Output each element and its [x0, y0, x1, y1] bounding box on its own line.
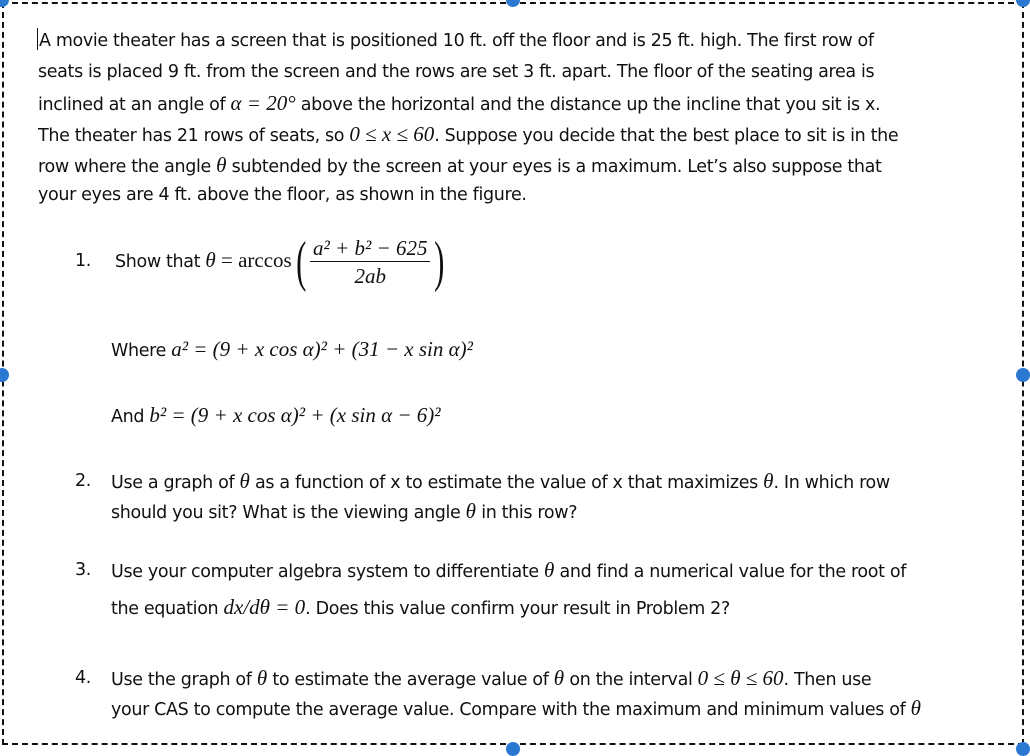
problem-2-line-2[interactable]: should you sit? What is the viewing angl…: [111, 496, 577, 529]
where-a-squared-line[interactable]: Where a² = (9 + x cos α)² + (31 − x sin …: [111, 334, 473, 367]
problem-text: Use a graph of: [111, 473, 240, 493]
right-paren: ): [434, 231, 445, 293]
problem-text: your CAS to compute the average value. C…: [111, 700, 911, 720]
intro-line-4[interactable]: The theater has 21 rows of seats, so 0 ≤…: [38, 119, 899, 152]
resize-handle-middle-right[interactable]: [1016, 368, 1030, 382]
intro-text: A movie theater has a screen that is pos…: [39, 31, 874, 51]
problem-text: . Then use: [783, 670, 872, 690]
resize-handle-bottom-center[interactable]: [506, 742, 520, 756]
problem-1-number: 1.: [75, 251, 91, 271]
intro-text: The theater has 21 rows of seats, so: [38, 126, 350, 146]
arccos-function: arccos: [238, 248, 292, 272]
fraction-numerator: a² + b² − 625: [310, 235, 431, 262]
interval-inequality: 0 ≤ θ ≤ 60: [697, 666, 784, 690]
intro-line-5[interactable]: row where the angle θ subtended by the s…: [38, 150, 882, 183]
resize-handle-bottom-right[interactable]: [1016, 742, 1030, 756]
a-squared-formula: a² = (9 + x cos α)² + (31 − x sin α)²: [171, 337, 473, 361]
alpha-equation: α = 20°: [230, 91, 296, 115]
left-paren: (: [295, 231, 306, 293]
theta-symbol: θ: [544, 558, 555, 582]
problem-text: in this row?: [475, 503, 578, 523]
problem-text: . In which row: [773, 473, 890, 493]
intro-text: subtended by the screen at your eyes is …: [226, 157, 882, 177]
theta-symbol: θ: [465, 499, 476, 523]
intro-text: above the horizontal and the distance up…: [295, 95, 881, 115]
b-squared-formula: b² = (9 + x cos α)² + (x sin α − 6)²: [149, 403, 441, 427]
theta-symbol: θ: [553, 666, 565, 690]
x-range-inequality: 0 ≤ x ≤ 60: [349, 122, 435, 146]
and-b-squared-line[interactable]: And b² = (9 + x cos α)² + (x sin α − 6)²: [111, 400, 441, 433]
intro-line-1[interactable]: A movie theater has a screen that is pos…: [37, 26, 874, 57]
problem-text: should you sit? What is the viewing angl…: [111, 503, 466, 523]
intro-text: inclined at an angle of: [38, 95, 231, 115]
problem-text: to estimate the average value of: [267, 670, 554, 690]
problem-text: on the interval: [564, 670, 698, 690]
theta-symbol: θ: [216, 153, 227, 177]
problem-1-statement[interactable]: Show that θ = arccos(a² + b² − 625 2ab): [115, 230, 449, 292]
theta-symbol: θ: [239, 469, 250, 493]
intro-text: row where the angle: [38, 157, 217, 177]
problem-4-line-2[interactable]: your CAS to compute the average value. C…: [111, 693, 921, 726]
fraction-denominator: 2ab: [354, 263, 386, 288]
problem-text: Use your computer algebra system to diff…: [111, 562, 545, 582]
problem-2-number: 2.: [75, 471, 91, 491]
intro-line-6[interactable]: your eyes are 4 ft. above the floor, as …: [38, 180, 527, 211]
intro-line-3[interactable]: inclined at an angle of α = 20° above th…: [38, 88, 881, 121]
problem-text: as a function of x to estimate the value…: [249, 473, 764, 493]
problem-4-line-1[interactable]: Use the graph of θ to estimate the avera…: [111, 663, 872, 696]
problem-4-number: 4.: [75, 668, 91, 688]
arccos-fraction: a² + b² − 625 2ab: [310, 235, 431, 290]
intro-line-2[interactable]: seats is placed 9 ft. from the screen an…: [38, 57, 875, 88]
problem-3-number: 3.: [75, 560, 91, 580]
problem-text: the equation: [111, 599, 224, 619]
where-label: Where: [111, 341, 166, 361]
theta-symbol: θ: [205, 248, 216, 272]
problem-text: . Does this value confirm your result in…: [305, 599, 730, 619]
text-cursor: [37, 28, 38, 50]
problem-1-text: Show that: [115, 252, 201, 272]
problem-text: Use the graph of: [111, 670, 257, 690]
intro-text: . Suppose you decide that the best place…: [434, 126, 899, 146]
problem-text: and find a numerical value for the root …: [554, 562, 907, 582]
derivative-equation: dx/dθ = 0: [223, 595, 306, 619]
and-label: And: [111, 407, 145, 427]
theta-symbol: θ: [256, 666, 268, 690]
problem-2-line-1[interactable]: Use a graph of θ as a function of x to e…: [111, 466, 890, 499]
theta-symbol: θ: [763, 469, 774, 493]
theta-symbol: θ: [910, 696, 921, 720]
problem-3-line-2[interactable]: the equation dx/dθ = 0. Does this value …: [111, 592, 730, 625]
problem-3-line-1[interactable]: Use your computer algebra system to diff…: [111, 555, 906, 588]
